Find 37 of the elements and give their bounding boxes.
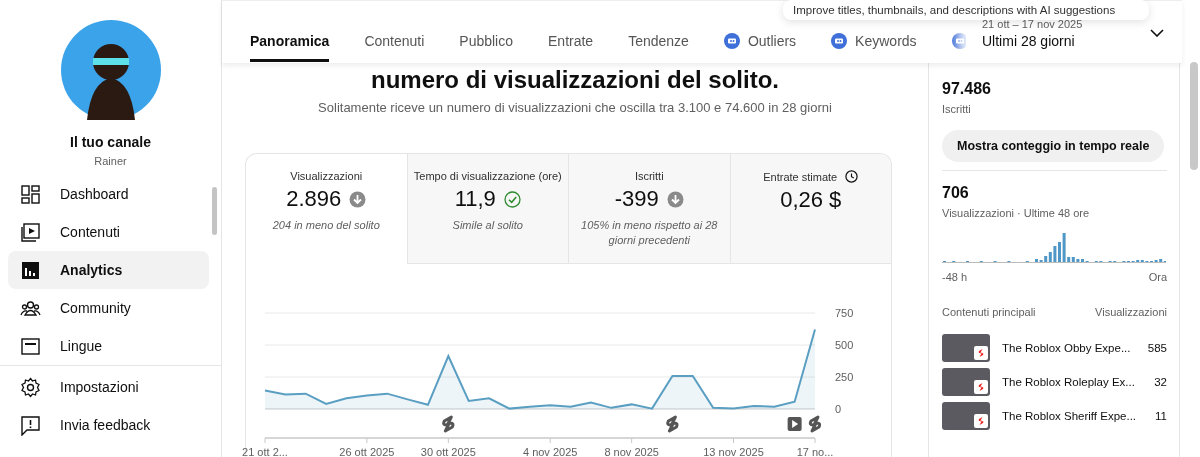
axis-label: Ora <box>1148 271 1167 283</box>
metric-label: Tempo di visualizzazione (ore) <box>413 170 562 182</box>
metric-note: Simile al solito <box>451 218 524 233</box>
x-axis-label: 26 ott 2025 <box>339 446 395 457</box>
metric-label: Iscritti <box>634 170 664 182</box>
channel-name: Rainer <box>94 155 127 167</box>
metric-value: 0,26 $ <box>780 187 842 213</box>
x-axis-label: 30 ott 2025 <box>420 446 476 457</box>
tooltip: Improve titles, thumbnails, and descriptions with AI suggestions <box>783 0 1149 20</box>
column-heading: Visualizzazioni <box>1095 306 1167 318</box>
period-label: Ultimi 28 giorni <box>982 32 1076 49</box>
metric-label: Visualizzazioni <box>290 170 363 182</box>
headline: numero di visualizzazioni del solito. <box>370 66 780 94</box>
x-axis-label: 17 no... <box>796 446 834 457</box>
x-axis-label: 8 nov 2025 <box>604 446 659 457</box>
metric-value: 2.896 <box>286 186 342 212</box>
axis-label: -48 h <box>942 271 968 283</box>
y-axis-label: 500 <box>835 339 854 351</box>
metric-label: Entrate stimate <box>763 170 838 183</box>
views-count: 706 <box>942 184 970 202</box>
y-axis-label: 750 <box>835 307 854 319</box>
y-axis-label: 250 <box>835 371 854 383</box>
date-range: 21 ott – 17 nov 2025 <box>982 17 1083 30</box>
channel-title: Il tuo canale <box>70 134 151 150</box>
metric-value: -399 <box>614 186 659 212</box>
y-axis-label: 0 <box>835 403 842 415</box>
views-label: Visualizzazioni · Ultime 48 ore <box>942 207 1091 219</box>
column-heading: Contenuti principali <box>942 306 1036 318</box>
x-axis-label: 21 ott 2... <box>242 446 288 457</box>
x-axis-label: 4 nov 2025 <box>522 446 578 457</box>
x-axis-label: 13 nov 2025 <box>703 446 764 457</box>
metric-value: 11,9 <box>454 186 496 212</box>
subscriber-count: 97.486 <box>942 80 992 98</box>
subtitle: Solitamente riceve un numero di visualizzazioni che oscilla tra 3.100 e 74.600 in 28 giorni <box>318 100 832 115</box>
subscriber-label: Iscritti <box>942 103 972 115</box>
metric-note: 204 in meno del solito <box>271 218 381 233</box>
metric-note: 105% in meno rispetto ai 28 giorni precedenti <box>580 218 719 248</box>
